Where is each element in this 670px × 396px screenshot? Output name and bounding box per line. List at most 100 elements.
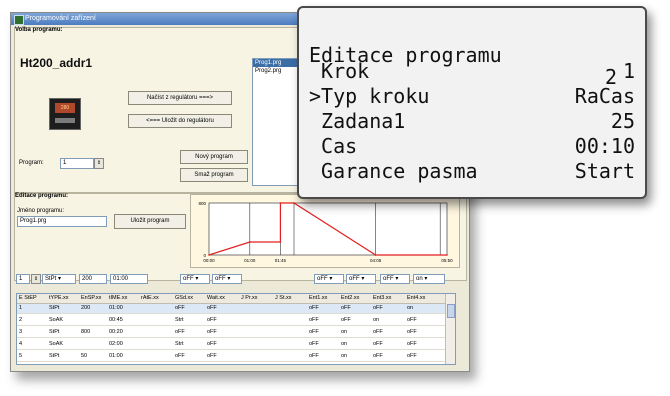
program-spinner[interactable]: ⇕ (94, 158, 104, 169)
app-icon (14, 15, 24, 25)
save-program-button[interactable]: Uložit program (114, 214, 186, 229)
table-cell: SoAK (49, 317, 64, 323)
table-header-cell[interactable]: rAtE.xx (141, 294, 159, 303)
ent4-select[interactable]: on ▾ (413, 274, 445, 284)
chart-point (249, 241, 251, 243)
table-header-cell[interactable]: E StEP (19, 294, 37, 303)
table-cell: oFF (373, 305, 383, 311)
table-cell: oFF (207, 305, 217, 311)
file-item-prog1[interactable]: Prog1.prg (253, 59, 301, 67)
table-row[interactable]: 4 SoAK 02:00 Strt oFF oFF on oFF oFF (17, 340, 446, 350)
table-cell: oFF (207, 329, 217, 335)
table-cell: 2 (19, 317, 23, 323)
table-cell: oFF (175, 305, 185, 311)
table-header-cell[interactable]: tYPE.xx (49, 294, 69, 303)
window-title: Programování zařízení (25, 15, 96, 22)
table-scrollbar[interactable] (445, 294, 455, 364)
step-type-select[interactable]: StPt ▾ (42, 274, 76, 284)
save-to-controller-button[interactable]: <=== Uložit do regulátoru (128, 114, 232, 128)
table-header-cell[interactable]: Wait.xx (207, 294, 225, 303)
table-cell: oFF (373, 353, 383, 359)
chart-point (374, 254, 377, 256)
chart-point (293, 202, 295, 204)
lcd-line-key: Krok (309, 59, 370, 83)
table-cell: 1 (19, 305, 23, 311)
new-program-button[interactable]: Nový program (180, 150, 248, 164)
program-file-list[interactable]: Prog1.prg Prog2.prg (252, 58, 302, 186)
ent3-value: oFF (383, 276, 394, 282)
table-header-cell[interactable]: J St.xx (275, 294, 292, 303)
lcd-line: >Typ kroku RaCas (309, 85, 635, 107)
lcd-line-key: >Typ kroku (309, 84, 430, 108)
table-header-cell[interactable]: tIME.xx (109, 294, 127, 303)
table-row[interactable]: 2 SoAK 00:45 Strt oFF oFF oFF on oFF (17, 316, 446, 326)
table-cell: oFF (407, 353, 417, 359)
table-cell: on (341, 341, 348, 347)
table-row[interactable]: 3 StPt 800 00:20 oFF oFF oFF on oFF oFF (17, 328, 446, 338)
table-row[interactable]: 1 StPt 200 01:00 oFF oFF oFF oFF oFF on (17, 304, 446, 314)
table-cell: 800 (81, 329, 91, 335)
step-input[interactable]: 1 (16, 274, 30, 284)
table-header-cell[interactable]: Ent1.xx (309, 294, 327, 303)
table-cell: oFF (175, 353, 185, 359)
table-row[interactable]: 5 StPt 50 01:00 oFF oFF oFF on oFF oFF (17, 352, 446, 362)
table-cell: oFF (373, 329, 383, 335)
table-header-cell[interactable]: J Pr.xx (241, 294, 258, 303)
lcd-line: Krok 1 (309, 60, 635, 82)
table-header-cell[interactable]: GSd.xx (175, 294, 193, 303)
table-cell: 200 (81, 305, 91, 311)
table-cell: oFF (373, 341, 383, 347)
table-cell: 50 (81, 353, 88, 359)
chart-point (279, 202, 282, 204)
lcd-line-value: 00:10 (574, 134, 635, 158)
ent1-select[interactable]: oFF ▾ (314, 274, 344, 284)
step-spinner[interactable]: ⇕ (31, 274, 41, 284)
table-header-cell[interactable]: Ent4.xx (407, 294, 425, 303)
table-header-cell[interactable]: Ent3.xx (373, 294, 391, 303)
setpoint-input[interactable]: 200 (79, 274, 107, 284)
gsd-select[interactable]: oFF ▾ (180, 274, 210, 284)
wait-select[interactable]: oFF ▾ (212, 274, 242, 284)
table-cell: on (341, 329, 348, 335)
ent2-value: oFF (349, 276, 360, 282)
program-number-input[interactable]: 1 (60, 158, 94, 169)
table-cell: StPt (49, 353, 60, 359)
table-cell: 01:00 (109, 305, 123, 311)
table-cell: 3 (19, 329, 23, 335)
delete-program-button[interactable]: Smaž program (180, 168, 248, 182)
chevron-down-icon: ▾ (227, 276, 231, 282)
chart-y-tick-label: 800 (198, 201, 206, 206)
program-name-input[interactable]: Prog1.prg (17, 216, 107, 227)
table-cell: oFF (207, 353, 217, 359)
table-cell: oFF (309, 353, 319, 359)
table-cell: StPt (49, 305, 60, 311)
lcd-title-line: Editace programu 2 (309, 22, 635, 88)
ent1-value: oFF (317, 276, 328, 282)
chart-point (208, 254, 210, 256)
lcd-line-value: 1 (622, 59, 635, 83)
program-profile-chart: 800 0 00:00 01:00 01:45 04:05 05:50 (190, 194, 460, 268)
time-input[interactable]: 01:00 (110, 274, 148, 284)
device-keys (55, 118, 75, 123)
ent2-select[interactable]: oFF ▾ (346, 274, 376, 284)
table-cell: oFF (407, 329, 417, 335)
chart-x-tick-label: 01:00 (244, 258, 256, 263)
chevron-down-icon: ▾ (395, 276, 399, 282)
program-edit-label: Editace programu: (15, 193, 69, 199)
scrollbar-thumb[interactable] (447, 304, 455, 318)
ent3-select[interactable]: oFF ▾ (380, 274, 410, 284)
chart-x-tick-label: 05:50 (441, 258, 453, 263)
table-cell: oFF (341, 305, 351, 311)
chart-point (279, 241, 282, 243)
table-cell: 4 (19, 341, 23, 347)
table-cell: oFF (407, 341, 417, 347)
load-from-controller-button[interactable]: Načíst z regulátoru ===> (128, 91, 232, 105)
file-item-prog2[interactable]: Prog2.prg (253, 67, 301, 75)
chart-x-tick-label: 01:45 (275, 258, 287, 263)
chevron-down-icon: ▾ (329, 276, 333, 282)
table-header-cell[interactable]: EnSP.xx (81, 294, 101, 303)
table-cell: on (341, 353, 348, 359)
chevron-down-icon: ▾ (361, 276, 365, 282)
lcd-line-key: Zadana1 (309, 109, 406, 133)
table-header-cell[interactable]: Ent2.xx (341, 294, 359, 303)
